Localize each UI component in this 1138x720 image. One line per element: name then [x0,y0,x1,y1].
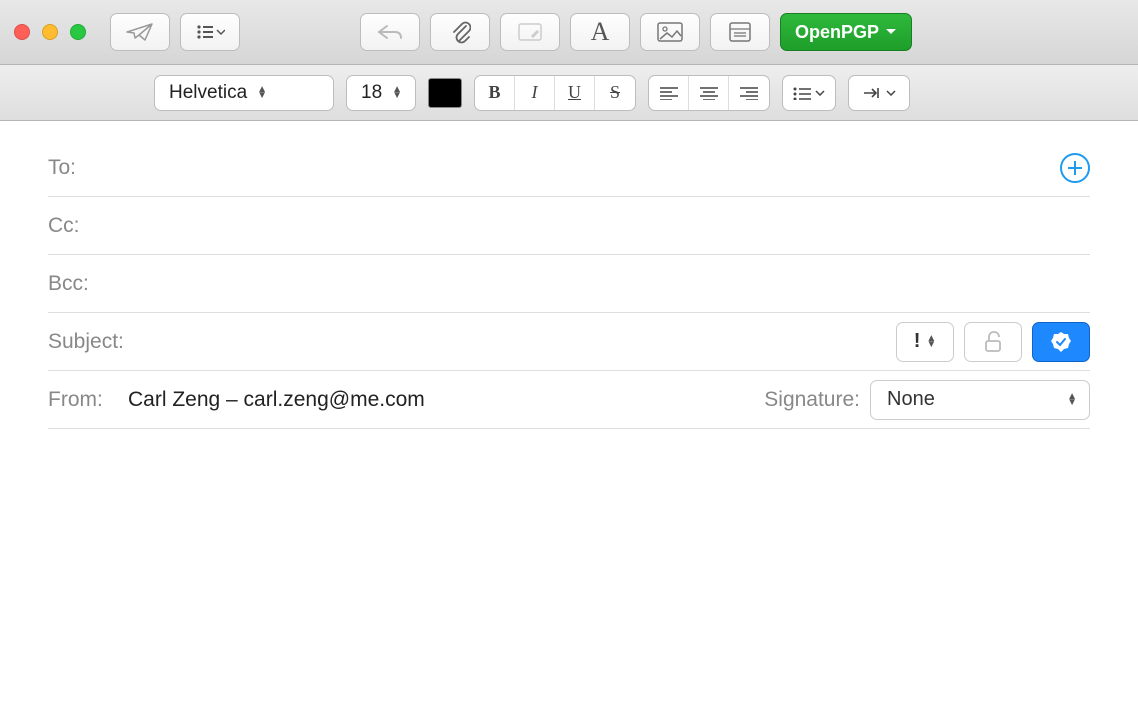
markup-button[interactable] [500,13,560,51]
photo-browser-button[interactable] [640,13,700,51]
signature-value: None [887,388,935,411]
bcc-row: Bcc: [48,255,1090,313]
align-left-icon [660,86,678,100]
align-center-button[interactable] [689,76,729,110]
cc-row: Cc: [48,197,1090,255]
stationery-button[interactable] [710,13,770,51]
add-recipient-button[interactable] [1060,153,1090,183]
zoom-window-button[interactable] [70,24,86,40]
sign-button[interactable] [1032,322,1090,362]
indent-button[interactable] [849,76,909,110]
indent-group [848,75,910,111]
font-family-value: Helvetica [169,82,247,104]
send-button[interactable] [110,13,170,51]
to-label: To: [48,156,118,180]
from-value[interactable]: Carl Zeng – carl.zeng@me.com [128,388,425,412]
header-fields-button[interactable] [180,13,240,51]
align-center-icon [700,86,718,100]
stepper-icon: ▲▼ [392,87,402,99]
underline-button[interactable]: U [555,76,595,110]
align-right-icon [740,86,758,100]
subject-input[interactable] [148,313,886,370]
to-row: To: [48,139,1090,197]
from-row: From: Carl Zeng – carl.zeng@me.com Signa… [48,371,1090,429]
lock-open-icon [983,331,1003,353]
letter-a-icon: A [591,17,610,47]
font-family-select[interactable]: Helvetica ▲▼ [154,75,334,111]
chevron-down-icon [885,28,897,36]
bcc-label: Bcc: [48,272,118,296]
seal-check-icon [1049,330,1073,354]
reply-button[interactable] [360,13,420,51]
bullet-list-icon [793,86,811,100]
reply-arrow-icon [377,23,403,41]
priority-select[interactable]: ! ▲▼ [896,322,954,362]
signature-label: Signature: [764,388,860,412]
encrypt-button[interactable] [964,322,1022,362]
close-window-button[interactable] [14,24,30,40]
paperclip-icon [449,20,471,44]
stepper-icon: ▲▼ [257,87,267,99]
align-left-button[interactable] [649,76,689,110]
attach-button[interactable] [430,13,490,51]
openpgp-label: OpenPGP [795,22,879,43]
minimize-window-button[interactable] [42,24,58,40]
list-group [782,75,836,111]
to-input[interactable] [128,139,1050,196]
stepper-icon: ▲▼ [1067,394,1077,406]
openpgp-button[interactable]: OpenPGP [780,13,912,51]
alignment-group [648,75,770,111]
align-right-button[interactable] [729,76,769,110]
from-label: From: [48,388,118,412]
italic-button[interactable]: I [515,76,555,110]
compose-area: To: Cc: Bcc: Subject: ! ▲▼ [0,121,1138,687]
list-style-button[interactable] [783,76,835,110]
message-body[interactable] [48,429,1090,669]
markup-icon [517,22,543,42]
window-titlebar: A OpenPGP [0,0,1138,65]
bold-button[interactable]: B [475,76,515,110]
stepper-icon: ▲▼ [926,336,936,348]
format-button[interactable]: A [570,13,630,51]
paper-plane-icon [126,22,154,42]
font-size-select[interactable]: 18 ▲▼ [346,75,416,111]
font-size-value: 18 [361,82,382,104]
subject-row: Subject: ! ▲▼ [48,313,1090,371]
bcc-input[interactable] [128,255,1090,312]
priority-symbol: ! [914,330,921,353]
cc-label: Cc: [48,214,118,238]
list-dropdown-icon [195,24,225,40]
chevron-down-icon [815,90,825,96]
plus-icon [1067,160,1083,176]
signature-select[interactable]: None ▲▼ [870,380,1090,420]
cc-input[interactable] [128,197,1090,254]
strikethrough-button[interactable]: S [595,76,635,110]
stationery-icon [728,21,752,43]
subject-label: Subject: [48,330,138,354]
text-color-picker[interactable] [428,78,462,108]
text-style-group: B I U S [474,75,636,111]
format-toolbar: Helvetica ▲▼ 18 ▲▼ B I U S [0,65,1138,121]
window-controls [14,24,86,40]
indent-icon [862,87,882,99]
photo-icon [657,22,683,42]
chevron-down-icon [886,90,896,96]
